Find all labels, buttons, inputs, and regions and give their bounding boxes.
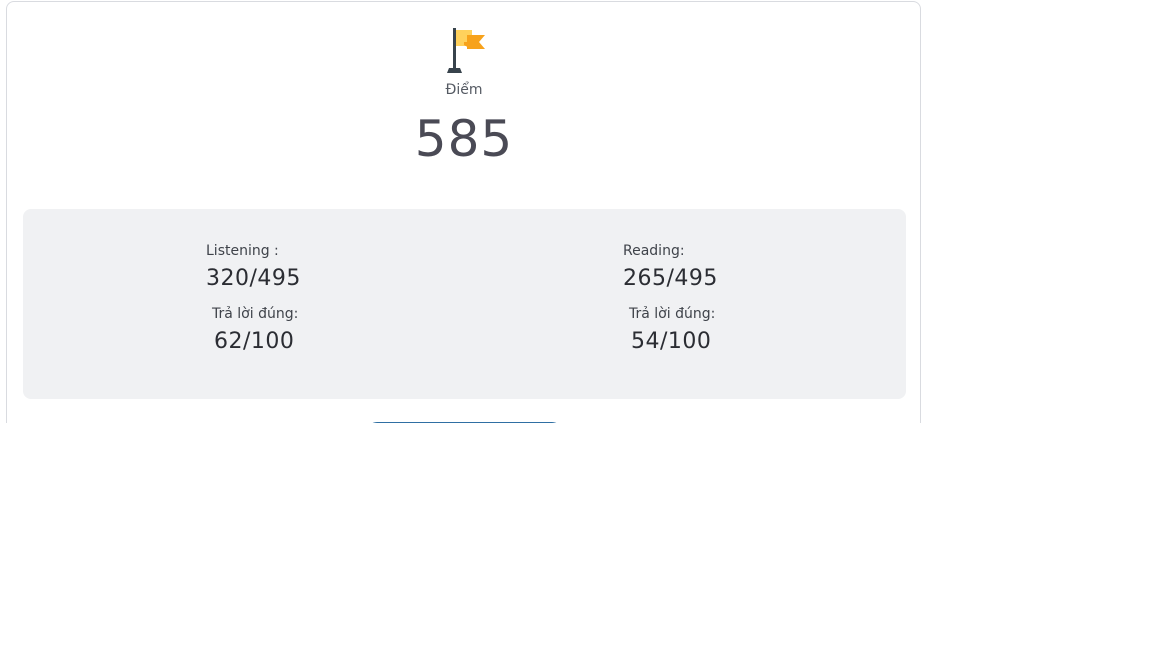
listening-correct-label: Trả lời đúng:: [212, 306, 299, 322]
reading-correct-label: Trả lời đúng:: [629, 306, 716, 322]
flag-icon: [447, 28, 485, 73]
blank-area: [0, 423, 1152, 648]
listening-label: Listening :: [206, 243, 279, 259]
viewport: Điểm 585 Listening : 320/495 Trả lời đún…: [0, 0, 1152, 648]
stats-panel: Listening : 320/495 Trả lời đúng: 62/100…: [23, 209, 906, 399]
reading-score: 265/495: [623, 266, 718, 291]
reading-label: Reading:: [623, 243, 685, 259]
listening-score: 320/495: [206, 266, 301, 291]
score-label: Điểm: [445, 82, 483, 98]
total-score: 585: [414, 110, 514, 168]
listening-correct-value: 62/100: [214, 329, 295, 354]
reading-correct-value: 54/100: [631, 329, 712, 354]
